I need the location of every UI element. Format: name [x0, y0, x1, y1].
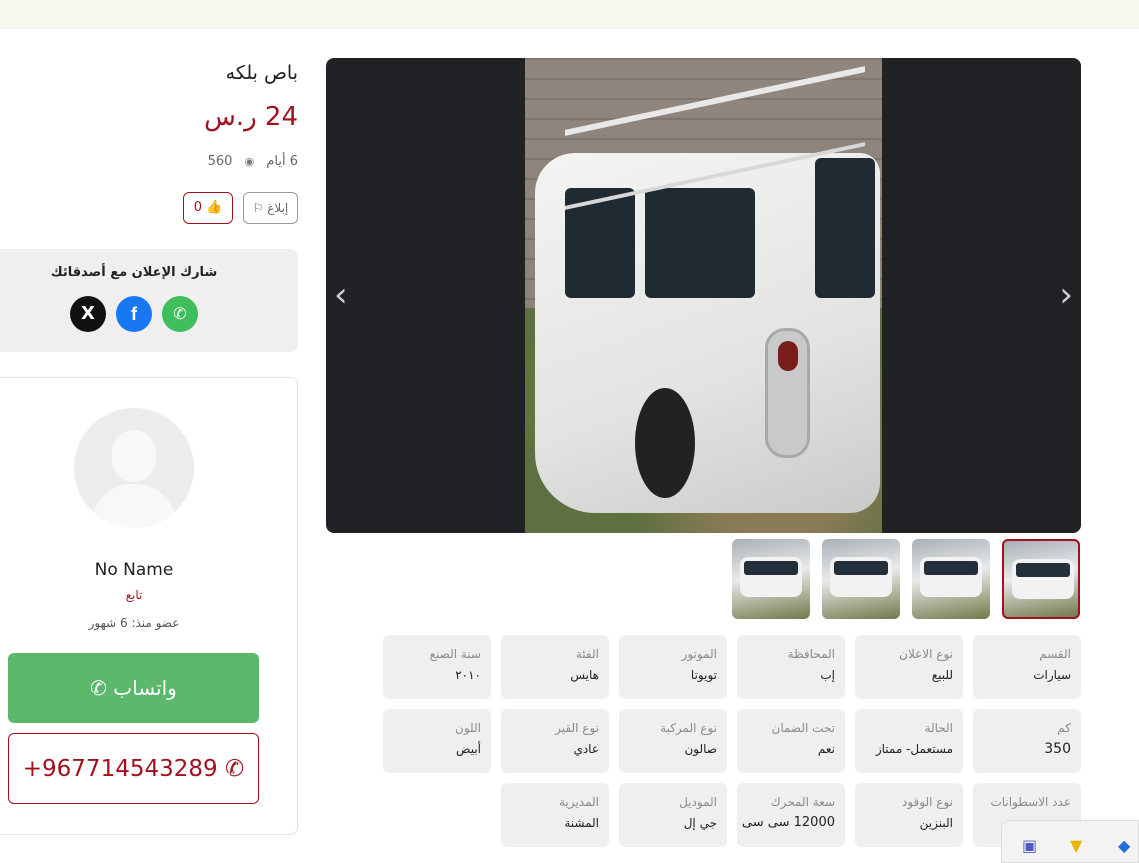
- spec-fuel: نوع الوقود البنزين: [855, 783, 963, 847]
- spec-value: المشنة: [564, 816, 599, 830]
- spec-value: 350: [1044, 741, 1071, 757]
- spec-key: الموديل: [679, 795, 717, 809]
- spec-value: جي إل: [683, 816, 717, 830]
- spec-condition: الحالة مستعمل- ممتاز: [855, 709, 963, 773]
- eye-icon: ◉: [244, 155, 255, 168]
- listing-price: 24 ر.س: [204, 102, 298, 132]
- app-icon[interactable]: ▼: [1070, 838, 1082, 854]
- spec-gear: نوع القير عادي: [501, 709, 609, 773]
- gallery-thumbnail[interactable]: [912, 539, 990, 619]
- avatar: [74, 408, 194, 528]
- spec-category: الفئة هايس: [501, 635, 609, 699]
- spec-key: الموتور: [681, 647, 717, 661]
- spec-key: كم: [1057, 721, 1071, 735]
- spec-value: مستعمل- ممتاز: [875, 742, 953, 756]
- spec-key: تحت الضمان: [771, 721, 836, 735]
- spec-ad-type: نوع الاعلان للبيع: [855, 635, 963, 699]
- spec-value: إب: [820, 668, 835, 682]
- listing-age: 6 أيام: [266, 154, 298, 169]
- spec-governorate: المحافظة إب: [737, 635, 845, 699]
- gallery-thumbnail[interactable]: [822, 539, 900, 619]
- x-share-icon[interactable]: X: [70, 296, 106, 332]
- spec-value: عادي: [573, 742, 599, 756]
- spec-engine: سعة المحرك 12000 سى سى: [737, 783, 845, 847]
- spec-key: نوع القير: [555, 721, 599, 735]
- spec-key: اللون: [455, 721, 481, 735]
- spec-warranty: تحت الضمان نعم: [737, 709, 845, 773]
- spec-key: سعة المحرك: [770, 795, 835, 809]
- spec-key: المديرية: [559, 795, 599, 809]
- spec-key: نوع الوقود: [902, 795, 953, 809]
- spec-key: نوع المركبة: [660, 721, 717, 735]
- gallery-thumbnail-active[interactable]: [1002, 539, 1080, 619]
- spec-key: نوع الاعلان: [899, 647, 953, 661]
- spec-value: البنزين: [919, 816, 953, 830]
- like-button[interactable]: 0 👍: [183, 192, 233, 224]
- spec-km: كم 350: [973, 709, 1081, 773]
- spec-key: عدد الاسطوانات: [990, 795, 1071, 809]
- top-bar: [0, 0, 1139, 29]
- spec-value: نعم: [817, 742, 835, 756]
- spec-value: صالون: [684, 742, 717, 756]
- whatsapp-contact-button[interactable]: واتساب ✆: [8, 653, 259, 723]
- chevron-right-icon[interactable]: ›: [1059, 278, 1073, 312]
- seller-role: تابع: [125, 588, 143, 602]
- spec-key: الفئة: [575, 647, 599, 661]
- gallery-thumbnail[interactable]: [732, 539, 810, 619]
- spec-district: المديرية المشنة: [501, 783, 609, 847]
- spec-key: سنة الصنع: [429, 647, 481, 661]
- report-button[interactable]: إبلاغ ⚐: [243, 192, 298, 224]
- teams-icon[interactable]: ▣: [1022, 838, 1037, 854]
- main-photo[interactable]: [525, 58, 882, 533]
- seller-member-since: عضو منذ: 6 شهور: [88, 616, 180, 630]
- spec-key: القسم: [1039, 647, 1071, 661]
- shield-icon[interactable]: ◆: [1118, 838, 1130, 854]
- spec-value: للبيع: [931, 668, 953, 682]
- listing-meta: 6 أيام ◉ 560: [208, 154, 298, 169]
- spec-value: 12000 سى سى: [741, 815, 835, 830]
- spec-value: ٢٠١٠: [455, 668, 481, 682]
- share-title: شارك الإعلان مع أصدقائك: [50, 265, 218, 280]
- spec-value: سيارات: [1033, 668, 1071, 682]
- spec-body-type: نوع المركبة صالون: [619, 709, 727, 773]
- whatsapp-share-icon[interactable]: ✆: [162, 296, 198, 332]
- spec-key: المحافظة: [787, 647, 835, 661]
- spec-value: هايس: [570, 668, 599, 682]
- listing-title: باص بلكه: [225, 62, 298, 84]
- listing-views: 560: [207, 154, 233, 169]
- image-gallery: ‹ ›: [326, 58, 1081, 533]
- spec-color: اللون أبيض: [383, 709, 491, 773]
- chevron-left-icon[interactable]: ‹: [334, 278, 348, 312]
- seller-name: No Name: [94, 560, 174, 580]
- spec-model: الموديل جي إل: [619, 783, 727, 847]
- phone-contact-button[interactable]: +967714543289 ✆: [8, 733, 259, 804]
- spec-value: أبيض: [456, 742, 481, 756]
- spec-value: تويوتا: [690, 668, 717, 682]
- facebook-share-icon[interactable]: f: [116, 296, 152, 332]
- spec-key: الحالة: [924, 721, 953, 735]
- spec-section: القسم سيارات: [973, 635, 1081, 699]
- spec-year: سنة الصنع ٢٠١٠: [383, 635, 491, 699]
- spec-motor: الموتور تويوتا: [619, 635, 727, 699]
